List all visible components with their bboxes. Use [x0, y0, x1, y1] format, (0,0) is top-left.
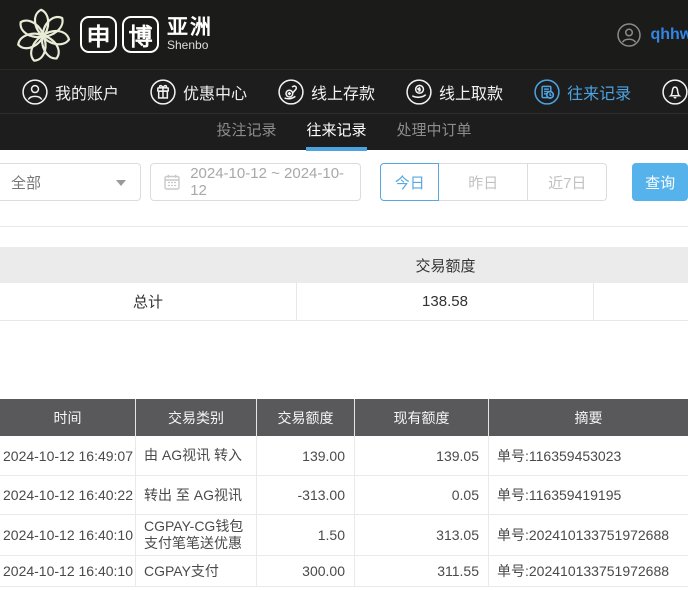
- cell-balance: 311.55: [355, 556, 489, 586]
- table-row: 2024-10-12 16:40:10 CGPAY支付 300.00 311.5…: [0, 556, 688, 587]
- cell-amount: 1.50: [257, 515, 355, 555]
- user-avatar-icon: [617, 23, 642, 47]
- nav-item-notifications[interactable]: [662, 78, 688, 105]
- nav-item-label: 优惠中心: [183, 85, 248, 103]
- logo-region-text: 亚洲: [167, 16, 213, 39]
- spacer: [0, 227, 688, 247]
- date-range-input[interactable]: 2024-10-12 ~ 2024-10-12: [150, 163, 362, 201]
- cell-type: CGPAY支付: [136, 556, 257, 586]
- main-nav: 我的账户 优惠中心 线上存款 线上取款 往来记录: [0, 70, 688, 113]
- withdraw-icon: [406, 78, 432, 105]
- nav-item-transaction-records[interactable]: 往来记录: [534, 78, 632, 105]
- transaction-records-page: 申 博 亚洲 Shenbo qhhwZ: [0, 0, 688, 590]
- cell-summary: 单号:116359453023: [497, 447, 622, 464]
- nav-item-label: 我的账户: [55, 85, 120, 103]
- username-label[interactable]: qhhwZ: [650, 26, 688, 44]
- cell-amount: 300.00: [257, 556, 355, 586]
- records-icon: [534, 78, 560, 105]
- brand-logo[interactable]: 申 博 亚洲 Shenbo: [12, 4, 213, 66]
- logo-char-box-1: 申: [80, 16, 117, 53]
- user-icon: [22, 78, 48, 105]
- cell-type: 由 AG视讯 转入: [136, 436, 257, 475]
- cell-summary: 单号:116359419195: [497, 487, 622, 503]
- summary-total-row: 总计 138.58: [0, 283, 688, 321]
- transaction-type-select[interactable]: 全部: [0, 163, 142, 201]
- flower-logo-icon: [12, 4, 74, 66]
- summary-header-empty: [594, 247, 688, 283]
- record-tabs: 投注记录 往来记录 处理中订单: [0, 113, 688, 151]
- tab-betting-records[interactable]: 投注记录: [216, 114, 276, 151]
- table-row: 2024-10-12 16:40:22 转出 至 AG视讯 -313.00 0.…: [0, 476, 688, 515]
- cell-time: 2024-10-12 16:40:10: [0, 556, 136, 586]
- nav-item-label: 往来记录: [567, 85, 632, 103]
- yesterday-button[interactable]: 昨日: [439, 163, 529, 201]
- gift-icon: [150, 78, 176, 105]
- deposit-icon: [278, 78, 304, 105]
- summary-header-row: 交易额度: [0, 247, 688, 283]
- bell-icon: [662, 78, 688, 105]
- nav-item-my-account[interactable]: 我的账户: [22, 78, 120, 105]
- cell-time: 2024-10-12 16:49:07: [0, 436, 136, 475]
- today-button[interactable]: 今日: [380, 163, 440, 201]
- cell-balance: 139.05: [355, 436, 489, 475]
- summary-empty-cell: [594, 283, 688, 320]
- date-range-value: 2024-10-12 ~ 2024-10-12: [190, 165, 345, 199]
- cell-amount: -313.00: [257, 476, 355, 514]
- last-7-days-button[interactable]: 近7日: [528, 163, 608, 201]
- cell-summary: 单号:202410133751972688: [497, 563, 670, 579]
- col-header-time: 时间: [0, 399, 136, 436]
- user-account-area[interactable]: qhhwZ: [617, 0, 688, 70]
- filter-bar: 全部 2024-10-12 ~ 2024-10-12 今日 昨日 近7日 查询: [0, 150, 688, 227]
- type-select-value: 全部: [11, 174, 42, 192]
- tab-transaction-records[interactable]: 往来记录: [306, 114, 367, 151]
- chevron-down-icon: [116, 180, 127, 186]
- logo-subtitle: Shenbo: [167, 38, 209, 52]
- cell-balance: 0.05: [355, 476, 489, 514]
- cell-amount: 139.00: [257, 436, 355, 475]
- cell-type: CGPAY-CG钱包支付笔笔送优惠: [136, 515, 257, 555]
- quick-range-group: 今日 昨日 近7日: [380, 163, 608, 201]
- col-header-type: 交易类别: [136, 399, 257, 436]
- spacer: [0, 321, 688, 399]
- cell-time: 2024-10-12 16:40:22: [0, 476, 136, 514]
- top-bar: 申 博 亚洲 Shenbo qhhwZ: [0, 0, 688, 70]
- nav-item-label: 线上取款: [439, 85, 504, 103]
- table-row: 2024-10-12 16:49:07 由 AG视讯 转入 139.00 139…: [0, 436, 688, 476]
- col-header-amount: 交易额度: [257, 399, 355, 436]
- records-table-header: 时间 交易类别 交易额度 现有额度 摘要: [0, 399, 688, 436]
- cell-type: 转出 至 AG视讯: [136, 476, 257, 514]
- nav-item-promotions[interactable]: 优惠中心: [150, 78, 248, 105]
- cell-summary: 单号:202410133751972688: [497, 527, 670, 543]
- search-button[interactable]: 查询: [632, 163, 688, 201]
- col-header-summary: 摘要: [574, 409, 603, 426]
- calendar-icon: [163, 173, 181, 191]
- cell-time: 2024-10-12 16:40:10: [0, 515, 136, 555]
- table-row: 2024-10-12 16:40:10 CGPAY-CG钱包支付笔笔送优惠 1.…: [0, 515, 688, 556]
- summary-header-empty: [0, 247, 297, 283]
- tab-processing-orders[interactable]: 处理中订单: [397, 114, 472, 151]
- summary-total-value: 138.58: [297, 283, 594, 320]
- nav-item-label: 线上存款: [311, 85, 376, 103]
- summary-total-label: 总计: [0, 283, 297, 320]
- logo-char-box-2: 博: [122, 16, 159, 53]
- nav-item-withdraw[interactable]: 线上取款: [406, 78, 504, 105]
- summary-amount-header: 交易额度: [415, 257, 476, 275]
- cell-balance: 313.05: [355, 515, 489, 555]
- nav-item-deposit[interactable]: 线上存款: [278, 78, 376, 105]
- col-header-balance: 现有额度: [355, 399, 489, 436]
